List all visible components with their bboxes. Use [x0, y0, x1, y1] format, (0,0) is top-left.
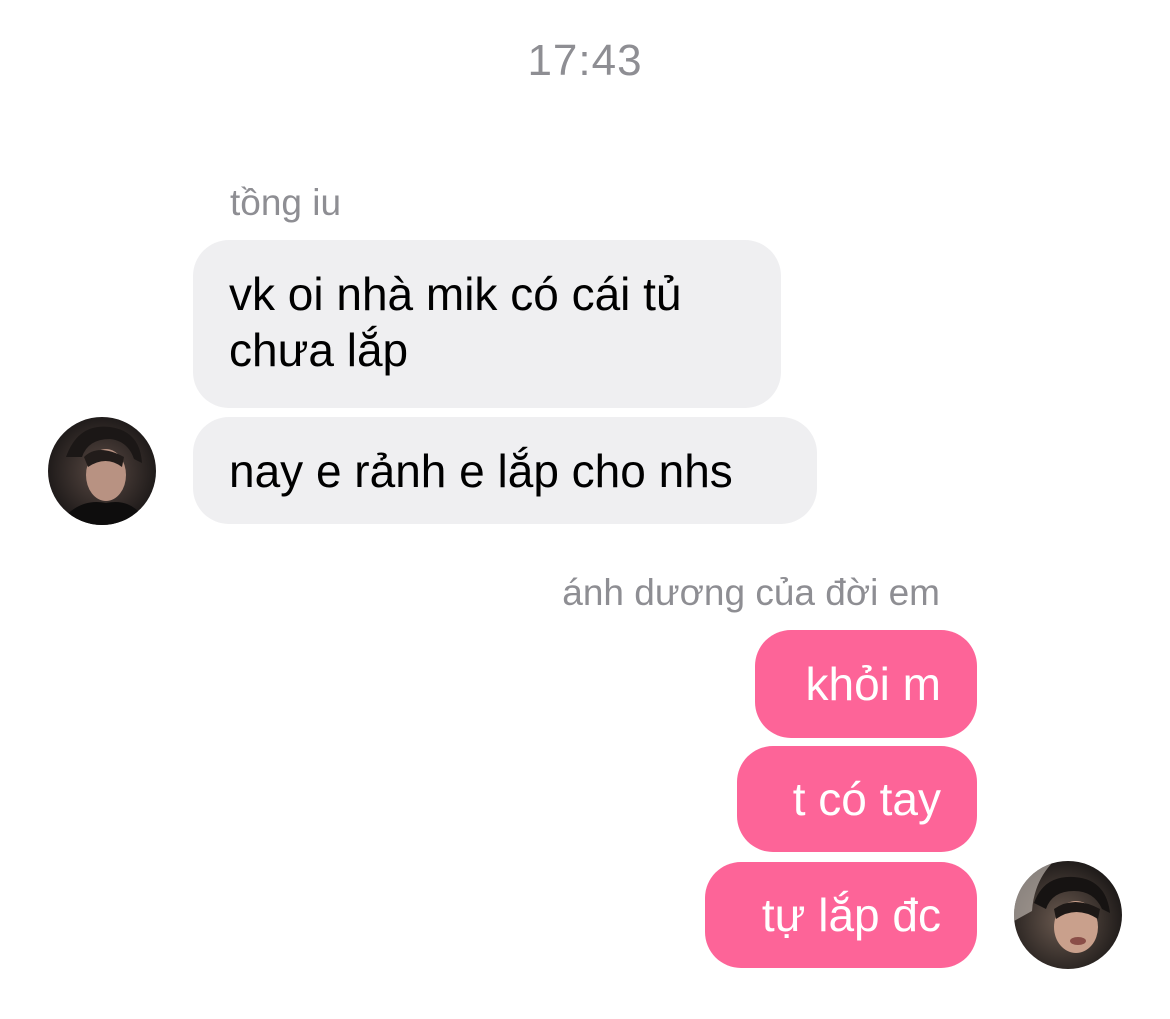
user-avatar[interactable] [1014, 861, 1122, 969]
message-timestamp: 17:43 [527, 36, 643, 85]
incoming-message-text: vk oi nhà mik có cái tủ chưa lắp [229, 268, 682, 376]
incoming-message-text: nay e rảnh e lắp cho nhs [229, 445, 733, 497]
outgoing-message-bubble[interactable]: t có tay [737, 746, 977, 852]
contact-avatar[interactable] [48, 417, 156, 525]
outgoing-message-bubble[interactable]: tự lắp đc [705, 862, 977, 968]
outgoing-sender-name: ánh dương của đời em [562, 572, 940, 613]
outgoing-message-bubble[interactable]: khỏi m [755, 630, 977, 738]
outgoing-message-text: tự lắp đc [761, 889, 941, 941]
incoming-message-bubble[interactable]: nay e rảnh e lắp cho nhs [193, 417, 817, 524]
outgoing-message-text: t có tay [792, 773, 941, 825]
outgoing-message-text: khỏi m [805, 658, 941, 710]
incoming-message-bubble[interactable]: vk oi nhà mik có cái tủ chưa lắp [193, 240, 781, 408]
incoming-sender-name: tồng iu [230, 182, 342, 223]
